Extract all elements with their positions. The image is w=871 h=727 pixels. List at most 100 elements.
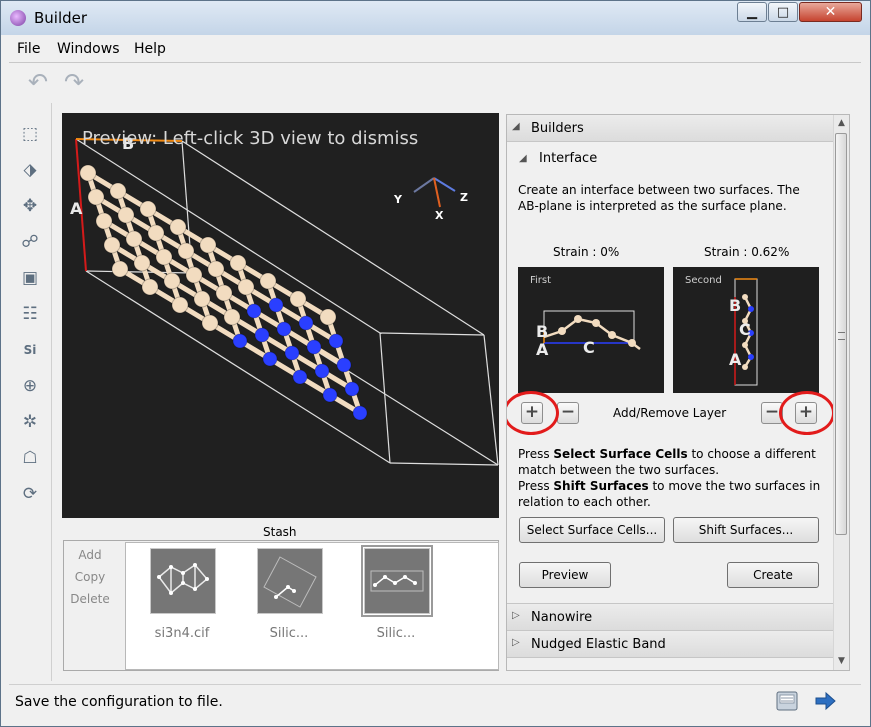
- silicon-atom: [207, 260, 225, 278]
- cell-edge: [389, 462, 499, 466]
- stash-copy-button[interactable]: Copy: [67, 570, 113, 584]
- cell-edge: [483, 334, 499, 466]
- window-title: Builder: [34, 9, 88, 27]
- atom-label-a: A: [536, 340, 549, 359]
- menu-help[interactable]: Help: [134, 41, 166, 57]
- move-icon[interactable]: ✥: [17, 193, 43, 219]
- nitrogen-atom: [254, 327, 270, 343]
- nitrogen-atom: [292, 369, 308, 385]
- silicon-atom: [103, 236, 121, 254]
- toolbar: ↶ ↷: [9, 62, 861, 103]
- silicon-atom: [133, 254, 151, 272]
- nitrogen-atom: [268, 297, 284, 313]
- scroll-up-icon[interactable]: ▲: [834, 115, 849, 132]
- nanowire-header[interactable]: ▷ Nanowire: [507, 603, 833, 631]
- menu-file[interactable]: File: [17, 41, 40, 57]
- builders-header[interactable]: ◢ Builders: [507, 115, 833, 142]
- atom-label-c: C: [739, 320, 751, 339]
- status-bar: Save the configuration to file.: [9, 684, 861, 719]
- structure-thumbnail-icon: [370, 570, 424, 592]
- strain-first: Strain : 0%: [553, 245, 620, 259]
- shift-surfaces-button[interactable]: Shift Surfaces...: [673, 517, 819, 543]
- silicon-atom: [117, 206, 135, 224]
- neb-header[interactable]: ▷ Nudged Elastic Band: [507, 631, 833, 658]
- redo-icon[interactable]: ↷: [59, 69, 89, 95]
- preview-button[interactable]: Preview: [519, 562, 611, 588]
- plugin-icon[interactable]: ✲: [17, 409, 43, 435]
- nitrogen-atom: [298, 315, 314, 331]
- nitrogen-atom: [344, 381, 360, 397]
- silicon-atom: [163, 272, 181, 290]
- axis-label-x: X: [435, 209, 444, 222]
- stash-delete-button[interactable]: Delete: [67, 592, 113, 606]
- close-button[interactable]: ✕: [799, 2, 862, 22]
- molecule-icon[interactable]: ☍: [17, 229, 43, 255]
- lattice-label-a: A: [70, 199, 83, 218]
- first-remove-layer-button[interactable]: −: [557, 402, 579, 424]
- silicon-atom: [155, 248, 173, 266]
- help-text: Press: [518, 447, 554, 461]
- nitrogen-atom: [352, 405, 368, 421]
- nitrogen-atom: [246, 303, 262, 319]
- stash-item-selected[interactable]: Silic...: [361, 545, 452, 648]
- strain-second: Strain : 0.62%: [704, 245, 790, 259]
- stash-item[interactable]: Silic...: [257, 548, 345, 648]
- stash-add-button[interactable]: Add: [67, 548, 113, 562]
- scroll-thumb[interactable]: [835, 133, 847, 535]
- create-button[interactable]: Create: [727, 562, 819, 588]
- silicon-atom: [259, 272, 277, 290]
- interface-help: Press Select Surface Cells to choose a d…: [518, 446, 823, 510]
- silicon-atom: [193, 290, 211, 308]
- expand-arrow-icon: ◢: [519, 153, 527, 164]
- grip-icon: [838, 332, 845, 340]
- silicon-atom: [87, 188, 105, 206]
- select-rectangle-icon[interactable]: ⬚: [17, 121, 43, 147]
- app-icon: [10, 10, 26, 26]
- undo-icon[interactable]: ↶: [23, 69, 53, 95]
- silicon-atom: [223, 308, 241, 326]
- silicon-atom: [139, 200, 157, 218]
- menu-windows[interactable]: Windows: [57, 41, 120, 57]
- add-atom-icon[interactable]: ⊕: [17, 373, 43, 399]
- help-keyword: Select Surface Cells: [553, 447, 688, 461]
- axis-gizmo: Y Z X: [393, 177, 468, 222]
- collapsed-arrow-icon: ▷: [512, 637, 520, 648]
- panel-scrollbar[interactable]: ▲ ▼: [833, 115, 849, 670]
- help-keyword: Shift Surfaces: [553, 479, 649, 493]
- second-surface-view[interactable]: Second B C A: [673, 267, 819, 393]
- expand-arrow-icon: ◢: [512, 121, 520, 132]
- save-file-icon[interactable]: [775, 689, 799, 713]
- silicon-atom: [109, 182, 127, 200]
- stash-item-label: Silic...: [269, 626, 309, 641]
- menu-bar: File Windows Help: [9, 37, 861, 61]
- scroll-down-icon[interactable]: ▼: [834, 653, 849, 670]
- silicon-atom: [199, 236, 217, 254]
- silicon-atom: [169, 218, 187, 236]
- silicon-atom: [171, 296, 189, 314]
- send-to-icon[interactable]: [813, 689, 837, 713]
- unit-cell-icon[interactable]: ▣: [17, 265, 43, 291]
- silicon-atom: [147, 224, 165, 242]
- select-pointer-icon[interactable]: ⬗: [17, 157, 43, 183]
- hierarchy-icon[interactable]: ☷: [17, 301, 43, 327]
- close-icon: ✕: [824, 4, 837, 20]
- atom-label-a: A: [729, 350, 742, 369]
- axis-label-y: Y: [393, 193, 403, 206]
- 3d-viewport[interactable]: A B Y Z X Preview: Left-click 3D view to…: [62, 113, 499, 518]
- first-surface-view[interactable]: First B A C: [518, 267, 664, 393]
- minimize-button[interactable]: ▁: [737, 2, 767, 22]
- select-surface-cells-button[interactable]: Select Surface Cells...: [519, 517, 665, 543]
- stash-thumbnail: [150, 548, 216, 614]
- stash-item-label: Silic...: [376, 626, 416, 641]
- interface-description: Create an interface between two surfaces…: [518, 183, 800, 213]
- tool-sidebar: ⬚ ⬗ ✥ ☍ ▣ ☷ Si ⊕ ✲ ☖ ⟳: [9, 103, 52, 681]
- structure-thumbnail-icon: [263, 556, 317, 608]
- stash-thumbnail: [257, 548, 323, 614]
- maximize-button[interactable]: □: [768, 2, 798, 22]
- silicon-atom: [141, 278, 159, 296]
- rotate-icon[interactable]: ⟳: [17, 481, 43, 507]
- atom-label-c: C: [583, 338, 595, 357]
- periodic-table-icon[interactable]: Si: [17, 337, 43, 363]
- ghost-icon[interactable]: ☖: [17, 445, 43, 471]
- stash-item[interactable]: si3n4.cif: [150, 548, 238, 648]
